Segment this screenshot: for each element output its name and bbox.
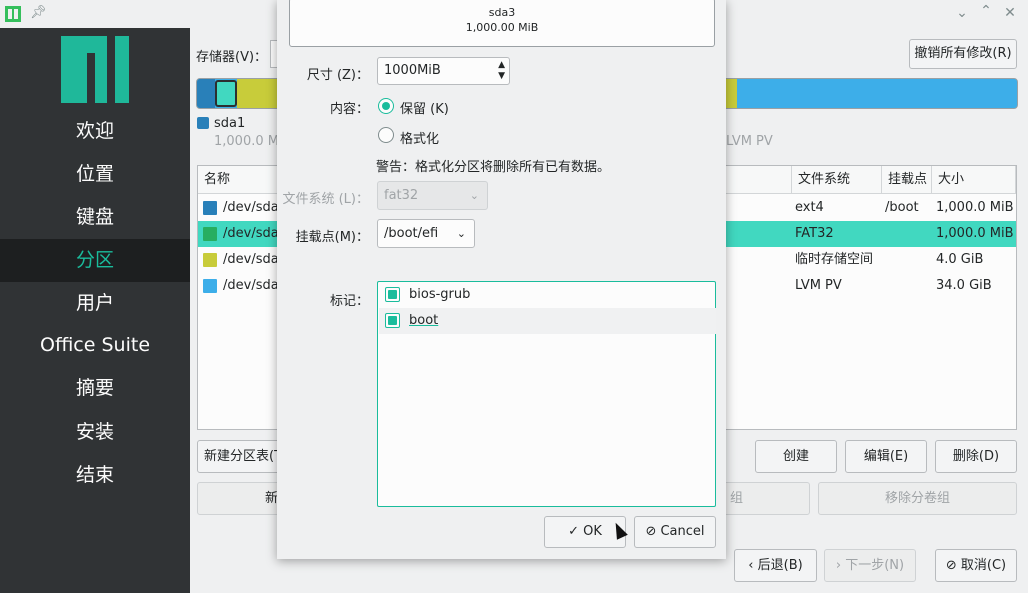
chevron-down-icon[interactable]: ⌄ <box>953 5 971 21</box>
manjaro-logo-icon <box>5 6 21 22</box>
filesystem-value: fat32 <box>384 188 419 203</box>
column-header-filesystem[interactable]: 文件系统 <box>792 166 882 194</box>
mount-point-select[interactable]: /boot/efi ⌄ <box>377 219 475 248</box>
legend-swatch <box>197 117 209 129</box>
chevron-down-icon: ⌄ <box>469 189 479 202</box>
delete-button[interactable]: 删除(D) <box>935 440 1017 473</box>
spin-arrows-icon[interactable]: ▲ ▼ <box>498 60 505 82</box>
sidebar-item-welcome[interactable]: 欢迎 <box>0 110 190 153</box>
size-label: 尺寸 (Z)： <box>306 68 369 83</box>
back-label: 后退(B) <box>757 558 803 573</box>
row-name: /dev/sda <box>223 200 279 215</box>
pin-icon[interactable]: 📌︎ <box>30 5 47 20</box>
edit-button[interactable]: 编辑(E) <box>845 440 927 473</box>
new-volume-group-button[interactable]: 新 <box>197 482 287 515</box>
filesystem-select[interactable]: fat32 ⌄ <box>377 181 488 210</box>
sidebar-item-install[interactable]: 安装 <box>0 411 190 454</box>
next-button[interactable]: › 下一步(N) <box>824 549 916 582</box>
row-filesystem: LVM PV <box>795 278 842 293</box>
partition-segment-sda1[interactable] <box>197 79 215 108</box>
flags-list[interactable]: bios-grub boot <box>377 281 716 507</box>
row-mount: /boot <box>885 200 919 215</box>
flag-item-bios-grub[interactable]: bios-grub <box>379 282 716 308</box>
row-filesystem: 临时存储空间 <box>795 252 874 267</box>
filesystem-label: 文件系统 (L)： <box>282 192 369 207</box>
legend-lvm: LVM PV <box>726 134 773 149</box>
legend-name: sda1 <box>214 116 246 131</box>
sidebar-item-finish[interactable]: 结束 <box>0 454 190 497</box>
sidebar-item-users[interactable]: 用户 <box>0 282 190 325</box>
row-size: 4.0 GiB <box>936 252 984 267</box>
manjaro-logo <box>61 36 129 103</box>
flag-label: boot <box>409 313 439 328</box>
cancel-icon: ⊘ <box>945 558 961 573</box>
row-name: /dev/sda <box>223 252 279 267</box>
sidebar-item-summary[interactable]: 摘要 <box>0 367 190 410</box>
remove-volume-group-button[interactable]: 移除分卷组 <box>818 482 1017 515</box>
bios-grub-checkbox[interactable] <box>385 287 400 302</box>
edit-partition-dialog: sda3 1,000.00 MiB 尺寸 (Z)： 1000MiB ▲ ▼ 内容：… <box>277 0 726 559</box>
mount-point-value: /boot/efi <box>384 226 439 241</box>
row-filesystem: ext4 <box>795 200 824 215</box>
column-header-name[interactable]: 名称 <box>198 166 278 194</box>
chevron-down-icon: ⌄ <box>456 227 466 240</box>
chevron-left-icon: ‹ <box>748 558 758 573</box>
check-icon: ✓ <box>568 524 584 539</box>
keep-radio[interactable] <box>378 98 394 114</box>
partition-segment-sda4[interactable] <box>737 79 1017 108</box>
create-button[interactable]: 创建 <box>755 440 837 473</box>
flag-item-boot[interactable]: boot <box>379 308 716 334</box>
row-color-swatch <box>203 279 217 293</box>
row-name: /dev/sda <box>223 278 279 293</box>
close-icon[interactable]: ✕ <box>1001 5 1019 21</box>
sidebar-item-partitions[interactable]: 分区 <box>0 239 190 282</box>
flags-label: 标记： <box>329 294 369 309</box>
cancel-button[interactable]: ⊘ Cancel <box>634 516 716 548</box>
format-option-label[interactable]: 格式化 <box>400 128 439 147</box>
column-header-size[interactable]: 大小 <box>932 166 1016 194</box>
preview-name: sda3 <box>488 6 516 19</box>
cancel-install-button[interactable]: ⊘ 取消(C) <box>935 549 1017 582</box>
row-size: 1,000.0 MiB <box>936 200 1014 215</box>
sidebar: 欢迎 位置 键盘 分区 用户 Office Suite 摘要 安装 结束 <box>0 28 190 593</box>
sidebar-item-office-suite[interactable]: Office Suite <box>0 324 190 367</box>
chevron-up-icon[interactable]: ⌃ <box>977 3 995 19</box>
chevron-right-icon: › <box>835 558 846 573</box>
row-color-swatch <box>203 201 217 215</box>
back-button[interactable]: ‹ 后退(B) <box>734 549 817 582</box>
boot-checkbox[interactable] <box>385 313 400 328</box>
preview-size: 1,000.00 MiB <box>465 21 539 34</box>
row-size: 34.0 GiB <box>936 278 992 293</box>
keep-option-label[interactable]: 保留 (K) <box>400 98 449 117</box>
row-name: /dev/sda <box>223 226 279 241</box>
new-partition-table-button[interactable]: 新建分区表(T <box>197 440 287 473</box>
cancel-icon: ⊘ <box>645 524 661 539</box>
sidebar-item-keyboard[interactable]: 键盘 <box>0 196 190 239</box>
mount-point-label: 挂载点(M)： <box>295 230 369 245</box>
storage-label: 存储器(V)： <box>196 50 268 65</box>
legend-size: 1,000.0 Mi <box>214 134 283 149</box>
row-color-swatch <box>203 227 217 241</box>
column-header-mount[interactable]: 挂载点 <box>882 166 932 194</box>
flag-label: bios-grub <box>409 287 471 302</box>
revert-all-button[interactable]: 撤销所有修改(R) <box>909 39 1017 69</box>
size-value: 1000MiB <box>384 63 441 78</box>
format-warning: 警告：格式化分区将删除所有已有数据。 <box>376 160 611 175</box>
row-color-swatch <box>203 253 217 267</box>
sidebar-item-location[interactable]: 位置 <box>0 153 190 196</box>
content-label: 内容： <box>329 102 369 117</box>
partition-segment-sda2[interactable] <box>215 80 237 107</box>
row-size: 1,000.0 MiB <box>936 226 1014 241</box>
cancel-label: 取消(C) <box>960 558 1007 573</box>
format-radio[interactable] <box>378 127 394 143</box>
cancel-label: Cancel <box>660 524 705 539</box>
ok-label: OK <box>583 524 602 539</box>
size-spinbox[interactable]: 1000MiB ▲ ▼ <box>377 57 510 85</box>
row-filesystem: FAT32 <box>795 226 834 241</box>
partition-preview: sda3 1,000.00 MiB <box>289 0 715 47</box>
next-label: 下一步(N) <box>845 558 905 573</box>
